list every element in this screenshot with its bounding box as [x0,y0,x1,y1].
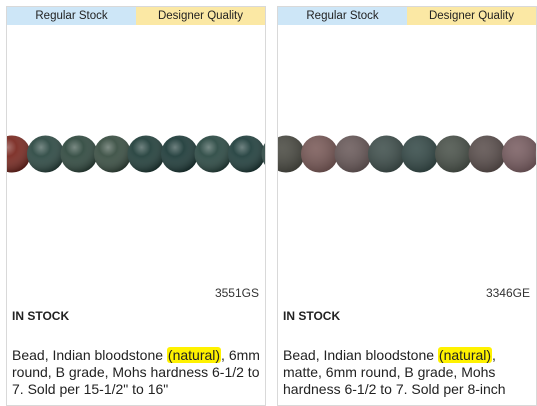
bead-shading [334,135,372,173]
product-image[interactable] [278,25,536,287]
description-text-start: Bead, Indian bloodstone [12,347,167,363]
bead-shading [368,135,405,173]
bead-shading [60,135,98,173]
bead-shading [228,135,265,173]
bead-shading [502,135,536,173]
bead-shading [127,135,165,173]
bead-strand-image [7,135,265,173]
product-sku: 3346GE [485,286,530,300]
tab-regular-stock[interactable]: Regular Stock [278,7,407,25]
tab-designer-quality[interactable]: Designer Quality [136,7,265,25]
description-highlight: (natural) [437,347,493,363]
tab-designer-quality[interactable]: Designer Quality [407,7,536,25]
bead-shading [161,135,198,173]
bead-shading [435,135,472,173]
tab-regular-stock[interactable]: Regular Stock [7,7,136,25]
bead-shading [401,135,439,173]
bead-shading [7,135,31,173]
quality-tabs: Regular Stock Designer Quality [7,7,265,25]
bead-shading [27,135,64,173]
product-card[interactable]: Regular Stock Designer Quality 3551GS IN… [6,6,266,406]
product-description[interactable]: Bead, Indian bloodstone (natural), 6mm r… [12,347,262,398]
stock-status: IN STOCK [283,309,341,323]
bead-shading [94,135,131,173]
bead-shading [278,135,305,173]
description-highlight: (natural) [166,347,222,363]
product-description[interactable]: Bead, Indian bloodstone (natural), matte… [283,347,533,398]
bead-strand-image [278,135,536,173]
product-card[interactable]: Regular Stock Designer Quality 3346GE IN… [277,6,537,406]
bead-shading [261,143,265,165]
bead-shading [535,149,536,159]
description-text-start: Bead, Indian bloodstone [283,347,438,363]
stock-status: IN STOCK [12,309,70,323]
product-image[interactable] [7,25,265,287]
product-sku: 3551GS [214,286,259,300]
bead-shading [301,135,338,173]
quality-tabs: Regular Stock Designer Quality [278,7,536,25]
bead-shading [468,135,506,173]
bead-shading [194,135,232,173]
